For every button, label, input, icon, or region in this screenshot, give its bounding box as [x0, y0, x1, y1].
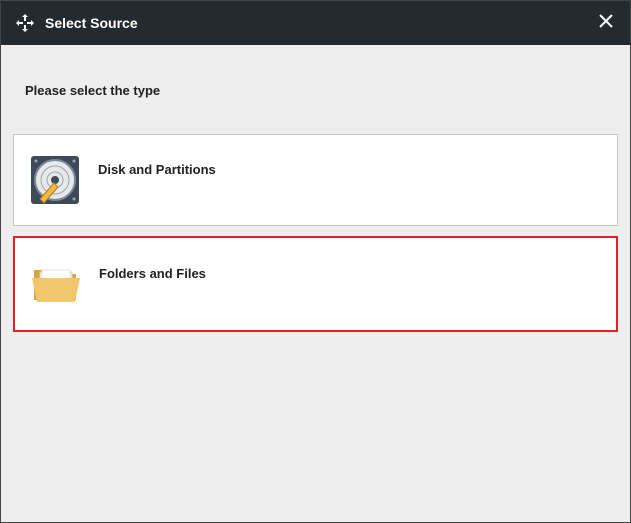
close-icon	[598, 13, 614, 34]
option-folders-files[interactable]: Folders and Files	[13, 236, 618, 332]
dialog-content: Please select the type Disk and Partitio…	[1, 45, 630, 522]
app-icon	[15, 13, 35, 33]
close-button[interactable]	[596, 13, 616, 33]
option-disk-partitions[interactable]: Disk and Partitions	[13, 134, 618, 226]
dialog-title: Select Source	[45, 15, 138, 31]
prompt-text: Please select the type	[13, 59, 618, 134]
disk-icon	[26, 151, 84, 209]
dialog-window: Select Source Please select the type	[0, 0, 631, 523]
option-label: Folders and Files	[99, 266, 206, 281]
option-label: Disk and Partitions	[98, 162, 216, 177]
folder-icon	[27, 255, 85, 313]
titlebar: Select Source	[1, 1, 630, 45]
titlebar-left: Select Source	[15, 13, 138, 33]
